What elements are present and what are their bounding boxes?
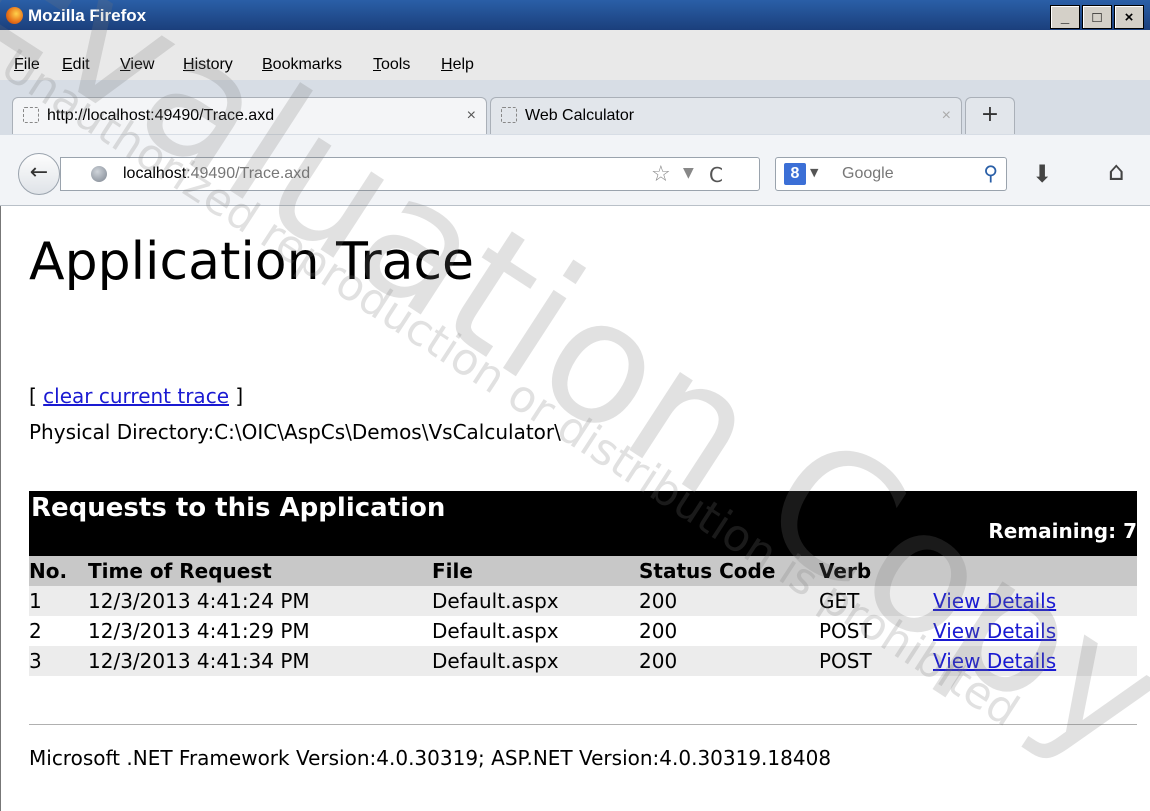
page-content: Application Trace [ clear current trace … — [0, 206, 1150, 811]
tab-label: Web Calculator — [525, 107, 635, 124]
download-icon[interactable]: ⬇ — [1032, 160, 1052, 188]
requests-table: Requests to this Application Remaining: … — [29, 491, 1137, 676]
menu-view[interactable]: View — [120, 56, 154, 74]
bookmark-star-icon[interactable]: ☆ — [651, 162, 671, 187]
back-button[interactable]: ← — [18, 153, 60, 195]
tab-close-icon[interactable]: × — [942, 107, 951, 125]
tab-trace[interactable]: http://localhost:49490/Trace.axd × — [12, 97, 487, 134]
search-placeholder: Google — [842, 165, 894, 182]
clear-trace-line: [ clear current trace ] — [29, 384, 243, 408]
row-time: 12/3/2013 4:41:24 PM — [88, 589, 310, 613]
view-details-link[interactable]: View Details — [933, 589, 1056, 613]
row-file: Default.aspx — [432, 649, 559, 673]
navigation-bar: localhost:49490/Trace.axd ☆ ▼ C ← 8 ▼ Go… — [0, 135, 1150, 206]
search-engine-icon[interactable]: 8 — [784, 163, 806, 185]
search-icon[interactable]: ⚲ — [983, 161, 998, 185]
row-time: 12/3/2013 4:41:29 PM — [88, 619, 310, 643]
row-time: 12/3/2013 4:41:34 PM — [88, 649, 310, 673]
clear-current-trace-link[interactable]: clear current trace — [43, 384, 229, 408]
tab-web-calculator[interactable]: Web Calculator × — [490, 97, 962, 134]
physical-directory: Physical Directory:C:\OIC\AspCs\Demos\Vs… — [29, 420, 561, 444]
column-header-file: File — [432, 559, 473, 583]
menu-tools[interactable]: Tools — [373, 56, 410, 74]
row-status: 200 — [639, 619, 678, 643]
view-details-link[interactable]: View Details — [933, 619, 1056, 643]
divider — [29, 724, 1137, 725]
page-favicon-icon — [23, 107, 39, 123]
window-controls: _ □ × — [1050, 5, 1144, 29]
row-no: 3 — [29, 649, 42, 673]
page-title: Application Trace — [29, 232, 475, 292]
column-header-status: Status Code — [639, 559, 776, 583]
menu-file[interactable]: File — [14, 56, 40, 74]
view-details-link[interactable]: View Details — [933, 649, 1056, 673]
framework-version-footer: Microsoft .NET Framework Version:4.0.303… — [29, 746, 832, 770]
page-favicon-icon — [501, 107, 517, 123]
row-no: 2 — [29, 619, 42, 643]
reload-icon[interactable]: C — [709, 163, 723, 187]
window-title: Mozilla Firefox — [28, 6, 147, 25]
tab-bar: http://localhost:49490/Trace.axd × Web C… — [0, 80, 1150, 135]
row-verb: POST — [819, 649, 872, 673]
open-bracket: [ — [29, 384, 37, 408]
url-text: localhost:49490/Trace.axd — [123, 165, 311, 182]
row-verb: POST — [819, 619, 872, 643]
requests-header: Requests to this Application Remaining: … — [29, 491, 1137, 556]
row-status: 200 — [639, 649, 678, 673]
table-row: 1 12/3/2013 4:41:24 PM Default.aspx 200 … — [29, 586, 1137, 616]
menu-bar: File Edit View History Bookmarks Tools H… — [0, 30, 1150, 80]
table-row: 2 12/3/2013 4:41:29 PM Default.aspx 200 … — [29, 616, 1137, 646]
firefox-logo-icon — [6, 7, 23, 24]
row-file: Default.aspx — [432, 619, 559, 643]
globe-icon — [91, 166, 107, 182]
minimize-button[interactable]: _ — [1050, 5, 1080, 29]
menu-edit[interactable]: Edit — [62, 56, 90, 74]
remaining-count: Remaining: 7 — [988, 519, 1137, 543]
home-icon[interactable]: ⌂ — [1108, 157, 1125, 187]
menu-history[interactable]: History — [183, 56, 233, 74]
row-no: 1 — [29, 589, 42, 613]
new-tab-button[interactable]: + — [965, 97, 1015, 134]
row-verb: GET — [819, 589, 860, 613]
menu-help[interactable]: Help — [441, 56, 474, 74]
column-header-time: Time of Request — [88, 559, 272, 583]
menu-bookmarks[interactable]: Bookmarks — [262, 56, 342, 74]
url-dropdown-icon[interactable]: ▼ — [683, 165, 694, 181]
window-titlebar: Mozilla Firefox _ □ × — [0, 0, 1150, 30]
close-window-button[interactable]: × — [1114, 5, 1144, 29]
close-bracket: ] — [235, 384, 244, 408]
table-row: 3 12/3/2013 4:41:34 PM Default.aspx 200 … — [29, 646, 1137, 676]
column-header-verb: Verb — [819, 559, 872, 583]
maximize-button[interactable]: □ — [1082, 5, 1112, 29]
search-bar[interactable]: 8 ▼ Google ⚲ — [775, 157, 1007, 191]
row-status: 200 — [639, 589, 678, 613]
row-file: Default.aspx — [432, 589, 559, 613]
tab-label: http://localhost:49490/Trace.axd — [47, 107, 275, 124]
url-bar[interactable]: localhost:49490/Trace.axd ☆ ▼ C — [60, 157, 760, 191]
column-header-no: No. — [29, 559, 68, 583]
search-engine-dropdown-icon[interactable]: ▼ — [810, 166, 818, 179]
table-column-headers: No. Time of Request File Status Code Ver… — [29, 556, 1137, 586]
tab-close-icon[interactable]: × — [467, 107, 476, 125]
requests-title: Requests to this Application — [31, 493, 446, 523]
